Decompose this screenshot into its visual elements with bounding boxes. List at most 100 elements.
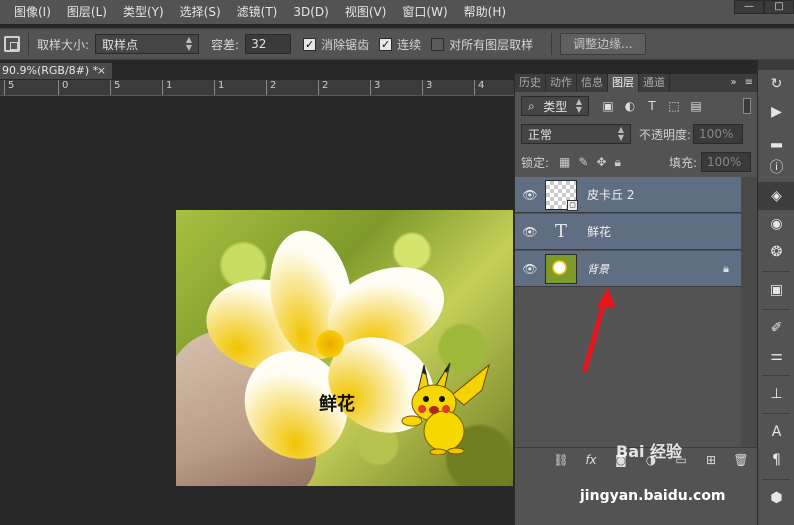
- select-arrows-icon: ▲ ▼: [617, 125, 624, 142]
- layers-icon[interactable]: ◈: [758, 182, 794, 210]
- new-layer-icon[interactable]: ⊞: [703, 453, 719, 467]
- document-image[interactable]: 鲜花: [176, 210, 513, 486]
- magic-wand-preset-icon[interactable]: [4, 36, 20, 52]
- adjustments-icon[interactable]: ⚌: [758, 342, 794, 370]
- lock-label: 锁定:: [521, 155, 550, 170]
- menu-view[interactable]: 视图(V): [337, 0, 395, 24]
- layer-filter-row: ⌕ 类型 ▲ ▼ ▣ ◐ T ⬚ ▤: [515, 92, 757, 120]
- filter-kind-value: 类型: [543, 99, 568, 114]
- fill-label: 填充:: [668, 155, 697, 170]
- image-filter-icon[interactable]: ▣: [601, 99, 615, 113]
- document-tab[interactable]: 90.9%(RGB/8#) * ×: [0, 63, 112, 79]
- opacity-input[interactable]: 100%: [693, 124, 744, 144]
- ruler-label: 4: [478, 80, 485, 91]
- contiguous-checkbox[interactable]: ✓ 连续: [379, 36, 421, 53]
- tab-layers[interactable]: 图层: [608, 74, 639, 92]
- paragraph-icon[interactable]: ¶: [758, 446, 794, 474]
- flower-center: [316, 330, 344, 358]
- sample-size-value: 取样点: [102, 37, 139, 52]
- character-icon[interactable]: A: [758, 418, 794, 446]
- tolerance-label: 容差:: [211, 37, 240, 52]
- sample-size-select[interactable]: 取样点 ▲ ▼: [95, 34, 200, 54]
- smart-object-filter-icon[interactable]: ▤: [689, 99, 703, 113]
- ruler-label: 2: [322, 80, 329, 91]
- select-arrows-icon: ▲ ▼: [185, 35, 193, 52]
- tolerance-input[interactable]: 32: [245, 34, 292, 54]
- layer-thumbnail: ▢: [545, 179, 578, 211]
- menu-select[interactable]: 选择(S): [172, 0, 229, 24]
- smart-object-icon: ▢: [567, 199, 578, 211]
- lock-all-icon[interactable]: 🔒︎: [615, 155, 621, 170]
- blend-row: 正常 ▲ ▼ 不透明度: 100%: [515, 120, 757, 148]
- menu-type[interactable]: 类型(Y): [115, 0, 172, 24]
- maximize-button[interactable]: □: [764, 0, 794, 14]
- minimize-button[interactable]: —: [734, 0, 764, 14]
- 3d-icon[interactable]: ▣: [758, 276, 794, 304]
- brush-icon[interactable]: ✐: [758, 314, 794, 342]
- lock-row: 锁定: ▦ ✎ ✥ 🔒︎ 填充: 100%: [515, 148, 757, 176]
- layer-row-pikachu[interactable]: 👁︎ ▢ 皮卡丘 2: [515, 177, 741, 213]
- menu-layer[interactable]: 图层(L): [59, 0, 115, 24]
- tab-info[interactable]: 信息: [577, 74, 608, 92]
- histogram-icon[interactable]: ▂: [758, 126, 794, 154]
- ruler-label: 0: [62, 80, 69, 91]
- sample-all-layers-checkbox[interactable]: 对所有图层取样: [431, 36, 533, 53]
- type-filter-icon[interactable]: T: [645, 99, 659, 113]
- layer-row-background[interactable]: 👁︎ 背景 🔒︎: [515, 251, 741, 287]
- ruler-label: 3: [426, 80, 433, 91]
- menu-filter[interactable]: 滤镜(T): [229, 0, 286, 24]
- blend-mode-select[interactable]: 正常 ▲ ▼: [521, 124, 631, 144]
- channels-icon[interactable]: ❂: [758, 238, 794, 266]
- sample-all-layers-label: 对所有图层取样: [449, 37, 534, 52]
- lock-move-icon[interactable]: ✥: [596, 155, 606, 170]
- menu-3d[interactable]: 3D(D): [285, 0, 336, 24]
- tab-history[interactable]: 历史: [515, 74, 546, 92]
- 3d-cube-icon[interactable]: ⬢: [758, 484, 794, 512]
- layer-name: 鲜花: [587, 225, 612, 239]
- text-layer-icon: T: [554, 220, 567, 242]
- eye-icon[interactable]: 👁︎: [515, 225, 545, 239]
- link-layers-icon[interactable]: ⛓: [553, 453, 569, 467]
- panel-tabs: 历史 动作 信息 图层 通道 » ≡: [515, 74, 757, 92]
- info-icon[interactable]: ⓘ: [758, 154, 794, 182]
- tab-actions[interactable]: 动作: [546, 74, 577, 92]
- ruler-label: 5: [114, 80, 121, 91]
- layer-style-icon[interactable]: fx: [583, 453, 599, 467]
- collapse-panel-icon[interactable]: »: [726, 74, 740, 92]
- eye-icon[interactable]: 👁︎: [515, 262, 545, 276]
- layer-list-scrollbar[interactable]: [741, 177, 757, 447]
- filter-toggle-switch[interactable]: [743, 98, 751, 114]
- actions-play-icon[interactable]: ▶: [758, 98, 794, 126]
- menu-window[interactable]: 窗口(W): [394, 0, 455, 24]
- refine-edge-button[interactable]: 调整边缘...: [560, 33, 646, 55]
- panel-menu-icon[interactable]: ≡: [741, 74, 757, 92]
- shape-filter-icon[interactable]: ⬚: [667, 99, 681, 113]
- panel-icon-strip: ↻ ▶ ▂ ⓘ ◈ ◉ ❂ ▣ ✐ ⚌ ⊥ A ¶ ⬢: [757, 60, 794, 525]
- eye-icon[interactable]: 👁︎: [515, 188, 545, 202]
- blend-mode-value: 正常: [528, 127, 553, 142]
- canvas-area[interactable]: 鲜花: [0, 97, 514, 525]
- antialias-label: 消除锯齿: [321, 37, 370, 52]
- ruler-label: 1: [218, 80, 225, 91]
- menu-help[interactable]: 帮助(H): [456, 0, 514, 24]
- select-arrows-icon: ▲ ▼: [575, 97, 582, 114]
- filter-kind-select[interactable]: ⌕ 类型 ▲ ▼: [521, 96, 589, 116]
- layer-list: 👁︎ ▢ 皮卡丘 2 👁︎ T 鲜花 👁︎ 背景 🔒︎: [515, 177, 757, 447]
- lock-transparent-icon[interactable]: ▦: [559, 155, 570, 170]
- close-tab-icon[interactable]: ×: [97, 63, 106, 79]
- stamp-icon[interactable]: ⊥: [758, 380, 794, 408]
- opacity-label: 不透明度:: [639, 127, 692, 142]
- layer-row-text[interactable]: 👁︎ T 鲜花: [515, 214, 741, 250]
- sample-size-label: 取样大小:: [37, 37, 90, 52]
- adjustment-filter-icon[interactable]: ◐: [623, 99, 637, 113]
- separator: [28, 33, 29, 55]
- tab-channels[interactable]: 通道: [639, 74, 670, 92]
- delete-layer-icon[interactable]: 🗑︎: [733, 453, 749, 467]
- lock-brush-icon[interactable]: ✎: [578, 155, 588, 170]
- fill-input[interactable]: 100%: [701, 152, 751, 172]
- history-icon[interactable]: ↻: [758, 70, 794, 98]
- lock-icon: 🔒︎: [723, 261, 729, 275]
- color-icon[interactable]: ◉: [758, 210, 794, 238]
- menu-image[interactable]: 图像(I): [0, 0, 59, 24]
- antialias-checkbox[interactable]: ✓ 消除锯齿: [303, 36, 369, 53]
